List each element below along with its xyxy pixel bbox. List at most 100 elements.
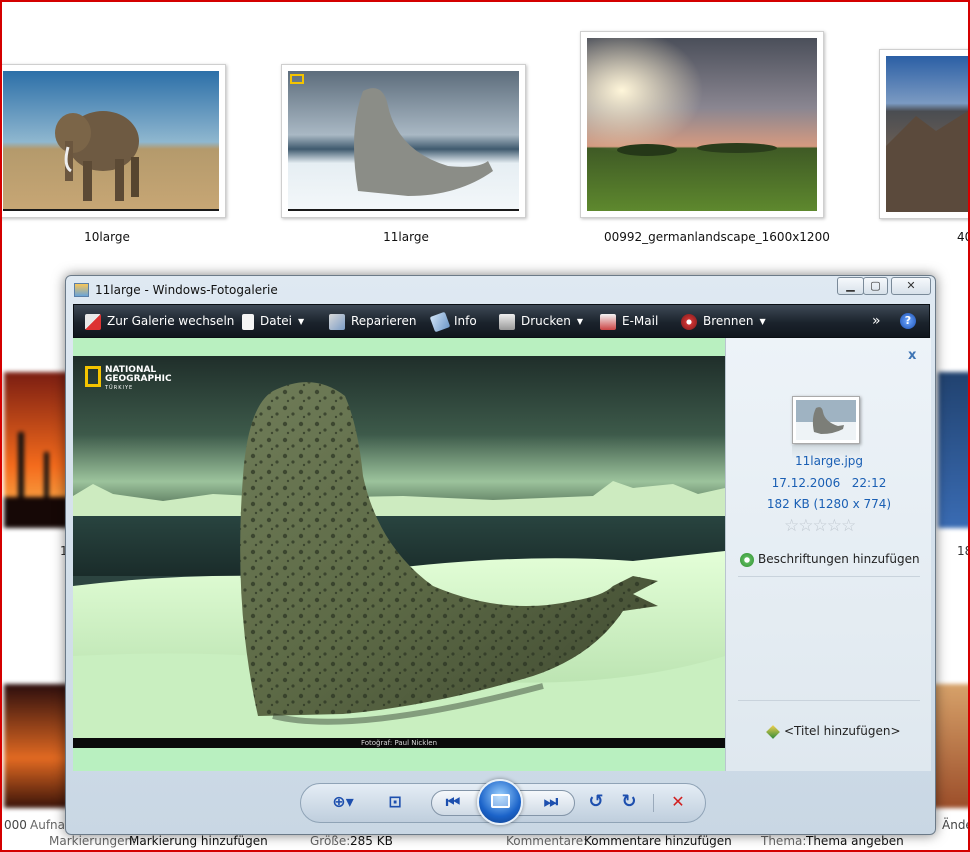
printer-icon: [499, 313, 515, 330]
add-tags-label: Beschriftungen hinzufügen: [758, 552, 920, 566]
photo-gallery-app-icon: [74, 283, 89, 297]
thumbnail-desert-row2[interactable]: [4, 372, 68, 528]
rating-star[interactable]: ☆: [813, 516, 828, 536]
photo-viewer-window: 11large - Windows-Fotogalerie ▁ ▢ ✕ Zur …: [65, 275, 936, 835]
previous-button[interactable]: ⏮: [439, 790, 467, 814]
thumbnail-label[interactable]: 10large: [62, 230, 152, 244]
burn-label: Brennen: [703, 314, 754, 328]
groesse-label: Größe:: [310, 834, 351, 848]
print-menu-button[interactable]: Drucken ▼: [499, 305, 583, 337]
elephant-image: [3, 71, 219, 211]
thumbnail-label[interactable]: 18: [957, 544, 968, 558]
info-pane-close-button[interactable]: x: [908, 348, 916, 363]
rotate-right-button[interactable]: ↻: [615, 790, 643, 814]
photo-credit-caption: Fotoğraf: Paul Nicklen: [360, 739, 438, 747]
minimize-button[interactable]: ▁: [837, 277, 864, 295]
rotate-left-button[interactable]: ↺: [582, 790, 610, 814]
file-size: 182 KB (1280 x 774): [766, 497, 892, 511]
divider: [738, 576, 920, 577]
left-number: 000: [4, 818, 27, 832]
thumbnail-sunset-row3[interactable]: [4, 684, 68, 808]
leopard-seal-photo[interactable]: NATIONAL GEOGRAPHIC TÜRKIYE Fotoğraf: Pau…: [73, 356, 725, 748]
playback-control-bar: ⊕▾ ⊡ ⏮ ⏭ ↺ ↻ ✕: [300, 779, 706, 825]
command-toolbar: Zur Galerie wechseln Datei ▼ Reparieren I…: [73, 304, 930, 338]
next-button[interactable]: ⏭: [537, 790, 565, 814]
kommentare-label: Kommentare:: [506, 834, 588, 848]
ng-logo-subtext: TÜRKIYE: [105, 385, 134, 391]
groesse-value: 285 KB: [350, 834, 393, 848]
delete-button[interactable]: ✕: [664, 790, 692, 814]
rating-star[interactable]: ☆: [841, 516, 856, 536]
file-menu-button[interactable]: Datei ▼: [242, 305, 304, 337]
add-tag-icon: [740, 552, 754, 567]
markierungen-label: Markierungen:: [49, 834, 137, 848]
slideshow-icon: [491, 794, 510, 808]
mountain-image: [886, 56, 968, 212]
ng-yellow-frame-icon: [85, 366, 101, 387]
thumbnail-partial[interactable]: [879, 49, 968, 219]
print-label: Drucken: [521, 314, 571, 328]
add-tags-button[interactable]: Beschriftungen hinzufügen: [740, 552, 920, 567]
email-label: E-Mail: [622, 314, 659, 328]
pencil-icon: [766, 724, 780, 739]
date-value: 17.12.2006: [771, 476, 841, 490]
title-bar[interactable]: 11large - Windows-Fotogalerie ▁ ▢ ✕: [66, 276, 935, 303]
thumbnail-germanlandscape[interactable]: [580, 31, 824, 218]
rating-star[interactable]: ☆: [784, 516, 799, 536]
fix-icon: [329, 313, 345, 330]
time-value: 22:12: [851, 476, 887, 490]
divider: [653, 794, 654, 812]
chevron-down-icon: ▼: [576, 316, 584, 326]
thema-label: Thema:: [761, 834, 807, 848]
seal-image: [288, 71, 519, 211]
email-icon: [600, 313, 616, 330]
thumbnail-label[interactable]: 00992_germanlandscape_1600x1200: [604, 230, 830, 244]
kommentare-value[interactable]: Kommentare hinzufügen: [584, 834, 732, 848]
chevron-down-icon: ▼: [759, 316, 766, 326]
more-commands-button[interactable]: »: [872, 305, 881, 337]
back-to-gallery-button[interactable]: Zur Galerie wechseln: [85, 305, 234, 337]
thumbnail-label[interactable]: 11large: [356, 230, 456, 244]
add-title-label: <Titel hinzufügen>: [784, 724, 901, 738]
email-button[interactable]: E-Mail: [600, 305, 658, 337]
thumbnail-10large[interactable]: [2, 64, 226, 218]
tag-info-icon: [429, 311, 451, 332]
slideshow-button[interactable]: [477, 779, 523, 825]
image-display-area: NATIONAL GEOGRAPHIC TÜRKIYE Fotoğraf: Pau…: [73, 338, 725, 771]
divider: [738, 700, 920, 701]
thumbnail-label[interactable]: 40: [957, 230, 968, 244]
fit-to-window-button[interactable]: ⊡: [381, 790, 409, 814]
chevron-down-icon: ▼: [298, 316, 305, 326]
zoom-button[interactable]: ⊕▾: [325, 790, 361, 814]
rating-stars[interactable]: ☆☆☆☆☆: [784, 516, 856, 536]
file-name[interactable]: 11large.jpg: [726, 454, 932, 468]
add-title-button[interactable]: <Titel hinzufügen>: [766, 724, 901, 739]
info-button[interactable]: Info: [429, 305, 477, 337]
rating-star[interactable]: ☆: [827, 516, 842, 536]
file-label: Datei: [260, 314, 293, 328]
help-icon[interactable]: ?: [900, 313, 916, 329]
maximize-button[interactable]: ▢: [863, 277, 888, 295]
burn-menu-button[interactable]: Brennen ▼: [681, 305, 766, 337]
burn-disc-icon: [681, 313, 697, 330]
back-to-gallery-label: Zur Galerie wechseln: [107, 314, 235, 328]
info-pane: x 11large.jpg 17.12.2006 22:12 182 KB (1…: [725, 338, 931, 771]
rating-star[interactable]: ☆: [798, 516, 813, 536]
close-button[interactable]: ✕: [891, 277, 931, 295]
fix-label: Reparieren: [351, 314, 417, 328]
file-icon: [242, 313, 254, 330]
fix-button[interactable]: Reparieren: [329, 305, 416, 337]
markierungen-value[interactable]: Markierung hinzufügen: [129, 834, 268, 848]
gallery-switch-icon: [85, 313, 101, 330]
window-title: 11large - Windows-Fotogalerie: [95, 283, 278, 297]
ng-logo-text: NATIONAL GEOGRAPHIC: [105, 365, 172, 384]
thema-value[interactable]: Thema angeben: [806, 834, 904, 848]
photo-details-strip: 000 Aufnahm Markierungen: Markierung hin…: [2, 818, 968, 850]
thumbnail-11large[interactable]: [281, 64, 526, 218]
date-taken: 17.12.2006 22:12: [726, 476, 932, 490]
landscape-image: [587, 38, 817, 211]
info-label: Info: [454, 314, 477, 328]
thumbnail-blue-row2[interactable]: [938, 372, 968, 528]
info-thumbnail: [792, 396, 860, 444]
right-truncated-text: Ände: [942, 818, 970, 832]
